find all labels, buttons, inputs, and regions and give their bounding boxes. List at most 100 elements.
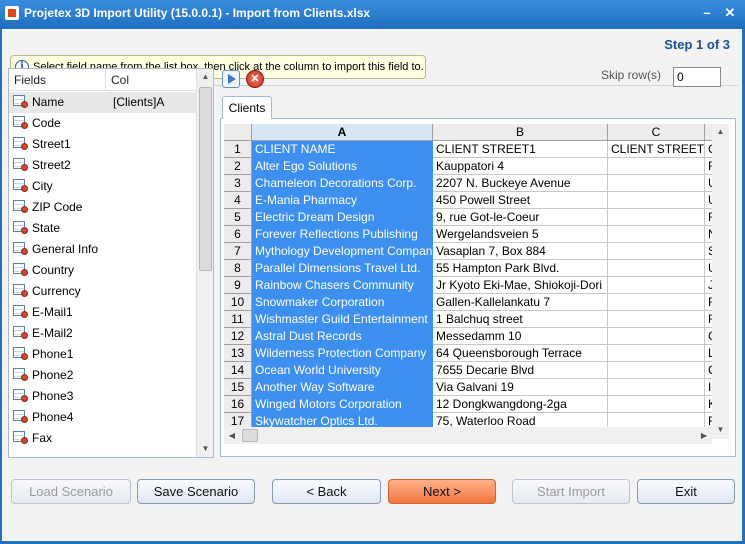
grid-cell[interactable] — [608, 294, 705, 311]
grid-cell[interactable] — [608, 277, 705, 294]
grid-cell[interactable]: CLIENT STREET1 — [433, 141, 608, 158]
grid-cell[interactable]: Wilderness Protection Company — [252, 345, 433, 362]
grid-cell[interactable]: Rainbow Chasers Community — [252, 277, 433, 294]
grid-cell[interactable] — [608, 260, 705, 277]
grid-cell[interactable] — [608, 413, 705, 427]
field-item[interactable]: Phone4 — [9, 407, 197, 428]
grid-cell[interactable] — [608, 175, 705, 192]
scroll-left-icon[interactable]: ◀ — [224, 427, 240, 444]
scroll-up-icon[interactable]: ▲ — [713, 124, 728, 140]
row-header[interactable]: 5 — [224, 209, 252, 226]
grid-cell[interactable]: Via Galvani 19 — [433, 379, 608, 396]
scroll-right-icon[interactable]: ▶ — [696, 427, 712, 444]
scroll-thumb[interactable] — [242, 429, 258, 442]
column-header[interactable]: C — [608, 124, 705, 141]
row-header[interactable]: 15 — [224, 379, 252, 396]
grid-cell[interactable]: C — [705, 141, 712, 158]
grid-cell[interactable]: Electric Dream Design — [252, 209, 433, 226]
row-header[interactable]: 11 — [224, 311, 252, 328]
grid-cell[interactable]: I — [705, 379, 712, 396]
grid-cell[interactable]: C — [705, 362, 712, 379]
grid-cell[interactable]: Another Way Software — [252, 379, 433, 396]
grid-cell[interactable] — [608, 345, 705, 362]
grid-cell[interactable]: Jr Kyoto Eki-Mae, Shiokoji-Dori — [433, 277, 608, 294]
row-header[interactable]: 13 — [224, 345, 252, 362]
grid-cell[interactable]: 55 Hampton Park Blvd. — [433, 260, 608, 277]
row-header[interactable]: 3 — [224, 175, 252, 192]
field-item[interactable]: Street2 — [9, 155, 197, 176]
field-item[interactable]: State — [9, 218, 197, 239]
grid-cell[interactable]: S — [705, 243, 712, 260]
grid-cell[interactable]: Alter Ego Solutions — [252, 158, 433, 175]
grid-cell[interactable]: L — [705, 345, 712, 362]
grid-cell[interactable] — [608, 192, 705, 209]
grid-cell[interactable]: 450 Powell Street — [433, 192, 608, 209]
field-item[interactable]: Street1 — [9, 134, 197, 155]
field-item[interactable]: E-Mail2 — [9, 323, 197, 344]
grid-cell[interactable] — [608, 362, 705, 379]
column-header[interactable]: B — [433, 124, 608, 141]
grid-cell[interactable] — [608, 158, 705, 175]
scroll-up-icon[interactable]: ▲ — [198, 69, 213, 85]
field-item[interactable]: Name [Clients]A — [9, 92, 197, 113]
field-item[interactable]: City — [9, 176, 197, 197]
grid-cell[interactable]: Messedamm 10 — [433, 328, 608, 345]
grid-cell[interactable]: Kauppatori 4 — [433, 158, 608, 175]
field-item[interactable]: E-Mail1 — [9, 302, 197, 323]
fields-list[interactable]: Fields Col Name [Clients]A Code Street1 Stre… — [8, 68, 214, 458]
grid-cell[interactable]: Gallen-Kallelankatu 7 — [433, 294, 608, 311]
exit-button[interactable]: Exit — [637, 479, 735, 504]
skip-rows-input[interactable] — [673, 67, 721, 87]
grid-cell[interactable] — [608, 209, 705, 226]
minimize-button[interactable]: – — [699, 5, 715, 21]
grid-cell[interactable]: J — [705, 277, 712, 294]
grid-cell[interactable]: Forever Reflections Publishing — [252, 226, 433, 243]
grid-cell[interactable]: Ocean World University — [252, 362, 433, 379]
row-header[interactable]: 7 — [224, 243, 252, 260]
grid-cell[interactable]: Winged Motors Corporation — [252, 396, 433, 413]
scroll-down-icon[interactable]: ▼ — [713, 422, 728, 438]
next-button[interactable]: Next > — [388, 479, 496, 504]
start-import-button[interactable]: Start Import — [512, 479, 630, 504]
grid-cell[interactable]: Wergelandsveien 5 — [433, 226, 608, 243]
grid-cell[interactable]: 1 Balchuq street — [433, 311, 608, 328]
row-header[interactable]: 2 — [224, 158, 252, 175]
grid-vertical-scrollbar[interactable]: ▲ ▼ — [712, 124, 729, 439]
grid-cell[interactable] — [608, 328, 705, 345]
tab-clients[interactable]: Clients — [222, 96, 272, 119]
grid-cell[interactable]: F — [705, 209, 712, 226]
field-item[interactable]: Currency — [9, 281, 197, 302]
grid-cell[interactable]: F — [705, 413, 712, 427]
field-item[interactable]: Fax — [9, 428, 197, 449]
field-item[interactable]: Phone2 — [9, 365, 197, 386]
grid-cell[interactable]: 64 Queensborough Terrace — [433, 345, 608, 362]
grid-cell[interactable]: 12 Dongkwangdong-2ga — [433, 396, 608, 413]
column-header[interactable]: A — [252, 124, 433, 141]
row-header[interactable]: 10 — [224, 294, 252, 311]
grid-cell[interactable]: 2207 N. Buckeye Avenue — [433, 175, 608, 192]
grid-cell[interactable]: 75, Waterloo Road — [433, 413, 608, 427]
field-item[interactable]: Country — [9, 260, 197, 281]
delete-icon[interactable]: ✕ — [246, 70, 264, 88]
grid-cell[interactable] — [608, 379, 705, 396]
field-item[interactable]: Phone1 — [9, 344, 197, 365]
row-header[interactable]: 8 — [224, 260, 252, 277]
row-header[interactable]: 16 — [224, 396, 252, 413]
grid-horizontal-scrollbar[interactable]: ◀ ▶ — [224, 427, 712, 444]
grid-cell[interactable]: U — [705, 175, 712, 192]
grid-cell[interactable]: 9, rue Got-le-Coeur — [433, 209, 608, 226]
grid-cell[interactable]: Astral Dust Records — [252, 328, 433, 345]
grid-cell[interactable] — [608, 243, 705, 260]
row-header[interactable]: 17 — [224, 413, 252, 427]
grid-cell[interactable]: Wishmaster Guild Entertainment — [252, 311, 433, 328]
fields-scrollbar[interactable]: ▲ ▼ — [196, 69, 213, 457]
grid-cell[interactable]: CLIENT STREET2 — [608, 141, 705, 158]
grid-cell[interactable]: Skywatcher Optics Ltd. — [252, 413, 433, 427]
scroll-down-icon[interactable]: ▼ — [198, 441, 213, 457]
close-button[interactable]: ✕ — [722, 5, 738, 21]
grid-cell[interactable]: 7655 Decarie Blvd — [433, 362, 608, 379]
grid-cell[interactable]: Parallel Dimensions Travel Ltd. — [252, 260, 433, 277]
grid-cell[interactable]: U — [705, 192, 712, 209]
column-header[interactable] — [705, 124, 712, 141]
play-icon[interactable] — [222, 70, 240, 88]
